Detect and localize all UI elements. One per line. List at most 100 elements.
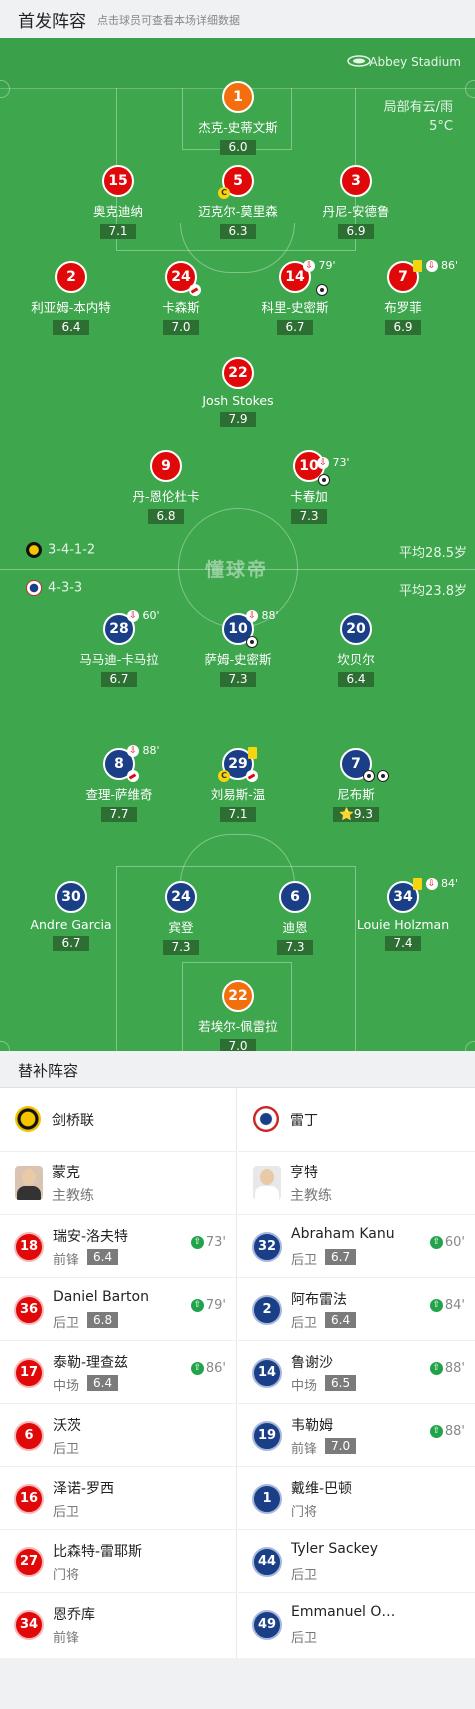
home-player-10[interactable]: 10 卡春加 7.3 (244, 450, 374, 524)
coach-row[interactable]: 亨特 主教练 (238, 1152, 475, 1215)
away-player-28[interactable]: 28 马马迪-卡马拉 6.7 (54, 613, 184, 687)
subs-panel: 剑桥联 蒙克 主教练 18 瑞安-洛夫特 前锋 6.4 ⇧ 73' 36 Dani… (0, 1088, 475, 1658)
sub-on-minute: ⇧ 88' (429, 1361, 465, 1376)
sub-player-row[interactable]: 14 鲁谢沙 中场 6.5 ⇧ 88' (238, 1341, 475, 1404)
player-position: 后卫 (291, 1631, 318, 1646)
sub-player-row[interactable]: 17 泰勒-理查兹 中场 6.4 ⇧ 86' (0, 1341, 236, 1404)
player-rating: 7.0 (163, 320, 199, 335)
away-team-row[interactable]: 雷丁 (238, 1088, 475, 1152)
sub-player-row[interactable]: 36 Daniel Barton 后卫 6.8 ⇧ 79' (0, 1278, 236, 1341)
player-rating: 7.7 (101, 807, 137, 822)
home-team-icon (26, 542, 42, 558)
away-player-7[interactable]: 7 尼布斯 ⭐9.3 (291, 748, 421, 822)
away-player-8[interactable]: 8 查理-萨维奇 7.7 (54, 748, 184, 822)
player-position: 中场 (53, 1379, 80, 1394)
away-player-20[interactable]: 20 坎贝尔 6.4 (291, 613, 421, 687)
home-player-1[interactable]: 1 杰克-史蒂文斯 6.0 (173, 81, 303, 155)
sub-player-row[interactable]: 18 瑞安-洛夫特 前锋 6.4 ⇧ 73' (0, 1215, 236, 1278)
home-player-22[interactable]: 22 Josh Stokes 7.9 (173, 357, 303, 427)
player-position: 后卫 (291, 1568, 318, 1583)
sub-on-minute: ⇧ 88' (429, 1424, 465, 1439)
sub-player-row[interactable]: 1 戴维-巴顿 门将 (238, 1467, 475, 1530)
player-number: 22 (222, 980, 254, 1012)
coach-row[interactable]: 蒙克 主教练 (0, 1152, 236, 1215)
sub-player-row[interactable]: 32 Abraham Kanu 后卫 6.7 ⇧ 60' (238, 1215, 475, 1278)
player-name: 查理-萨维奇 (85, 787, 153, 802)
player-number: 1 (252, 1484, 282, 1514)
player-number: 18 (14, 1232, 44, 1262)
player-rating: 6.4 (53, 320, 89, 335)
home-player-7[interactable]: 7 布罗菲 6.9 (338, 261, 468, 335)
yellow-card-sub-event: ⇩ 86' (413, 259, 458, 272)
player-name: 卡春加 (290, 489, 328, 504)
corner-bl (0, 1041, 10, 1051)
player-number: 24 (165, 881, 197, 913)
assist-icon (127, 769, 139, 782)
home-player-9[interactable]: 9 丹-恩伦杜卡 6.8 (101, 450, 231, 524)
home-player-24[interactable]: 24 卡森斯 7.0 (116, 261, 246, 335)
pitch: Abbey Stadium 局部有云/雨 5°C 懂球帝 3-4-1-2 平均2… (0, 38, 475, 1051)
watermark: 懂球帝 (205, 559, 269, 581)
away-player-29[interactable]: 29 C 刘易斯-温 7.1 (173, 748, 303, 822)
captain-icon: C (218, 770, 230, 782)
player-rating: 6.8 (87, 1312, 119, 1328)
player-position: 后卫 (291, 1316, 318, 1331)
yellow-card-icon (248, 746, 257, 759)
sub-player-row[interactable]: 19 韦勒姆 前锋 7.0 ⇧ 88' (238, 1404, 475, 1467)
player-name: 若埃尔-佩雷拉 (198, 1019, 278, 1034)
sub-player-row[interactable]: 2 阿布雷法 后卫 6.4 ⇧ 84' (238, 1278, 475, 1341)
player-name: Daniel Barton (53, 1289, 149, 1305)
corner-br (465, 1041, 475, 1051)
reading-logo-icon (253, 1106, 279, 1132)
sub-player-row[interactable]: 27 比森特-雷耶斯 门将 (0, 1530, 236, 1593)
sub-player-row[interactable]: 34 恩乔库 前锋 (0, 1593, 236, 1656)
away-player-22[interactable]: 22 若埃尔-佩雷拉 7.0 (173, 980, 303, 1051)
player-number: 44 (252, 1547, 282, 1577)
home-player-5[interactable]: 5C 迈克尔-莫里森 6.3 (173, 165, 303, 239)
sub-on-icon: ⇧ (190, 1236, 204, 1249)
sub-on-icon: ⇧ (429, 1425, 443, 1438)
player-rating: 7.0 (325, 1438, 357, 1454)
player-name: 丹-恩伦杜卡 (132, 489, 200, 504)
player-number: 16 (14, 1484, 44, 1514)
star-icon: ⭐ (338, 807, 354, 821)
player-rating: 7.1 (220, 807, 256, 822)
player-name: 鲁谢沙 (291, 1355, 333, 1371)
player-rating: 6.3 (220, 224, 256, 239)
sub-off-event: ⇩ 88' (246, 609, 279, 622)
home-subs-column: 剑桥联 蒙克 主教练 18 瑞安-洛夫特 前锋 6.4 ⇧ 73' 36 Dani… (0, 1088, 237, 1658)
sub-off-icon: ⇩ (317, 457, 329, 469)
player-name: Abraham Kanu (291, 1226, 395, 1242)
team-name: 剑桥联 (52, 1113, 94, 1129)
stadium-icon (347, 55, 371, 67)
sub-player-row[interactable]: 49 Emmanuel O… 后卫 (238, 1593, 475, 1656)
player-position: 前锋 (53, 1253, 80, 1268)
home-team-row[interactable]: 剑桥联 (0, 1088, 236, 1152)
player-rating: 6.7 (325, 1249, 357, 1265)
sub-on-icon: ⇧ (429, 1362, 443, 1375)
sub-on-icon: ⇧ (190, 1362, 204, 1375)
home-player-15[interactable]: 15 奥克迪纳 7.1 (53, 165, 183, 239)
away-player-34[interactable]: 34 Louie Holzman 7.4 (338, 881, 468, 951)
player-name: 沃茨 (53, 1418, 81, 1434)
sub-on-minute: ⇧ 84' (429, 1298, 465, 1313)
sub-player-row[interactable]: 6 沃茨 后卫 (0, 1404, 236, 1467)
corner-tr (465, 80, 475, 98)
away-player-10[interactable]: 10 萨姆-史密斯 7.3 (173, 613, 303, 687)
player-position: 后卫 (53, 1505, 80, 1520)
player-position: 门将 (291, 1505, 318, 1520)
sub-player-row[interactable]: 44 Tyler Sackey 后卫 (238, 1530, 475, 1593)
away-player-24[interactable]: 24 宾登 7.3 (116, 881, 246, 955)
home-player-3[interactable]: 3 丹尼-安德鲁 6.9 (291, 165, 421, 239)
player-number: 9 (150, 450, 182, 482)
player-rating: 6.5 (325, 1375, 357, 1391)
sub-off-event: ⇩ 60' (127, 609, 160, 622)
sub-player-row[interactable]: 16 泽诺-罗西 后卫 (0, 1467, 236, 1530)
sub-on-icon: ⇧ (190, 1299, 204, 1312)
away-formation: 4-3-3 (26, 580, 82, 596)
player-rating: 6.4 (87, 1375, 119, 1391)
away-subs-column: 雷丁 亨特 主教练 32 Abraham Kanu 后卫 6.7 ⇧ 60' 2 … (238, 1088, 475, 1658)
player-rating: 6.8 (148, 509, 184, 524)
yellow-card-sub-event: ⇩ 84' (413, 877, 458, 890)
player-rating: 7.3 (277, 940, 313, 955)
